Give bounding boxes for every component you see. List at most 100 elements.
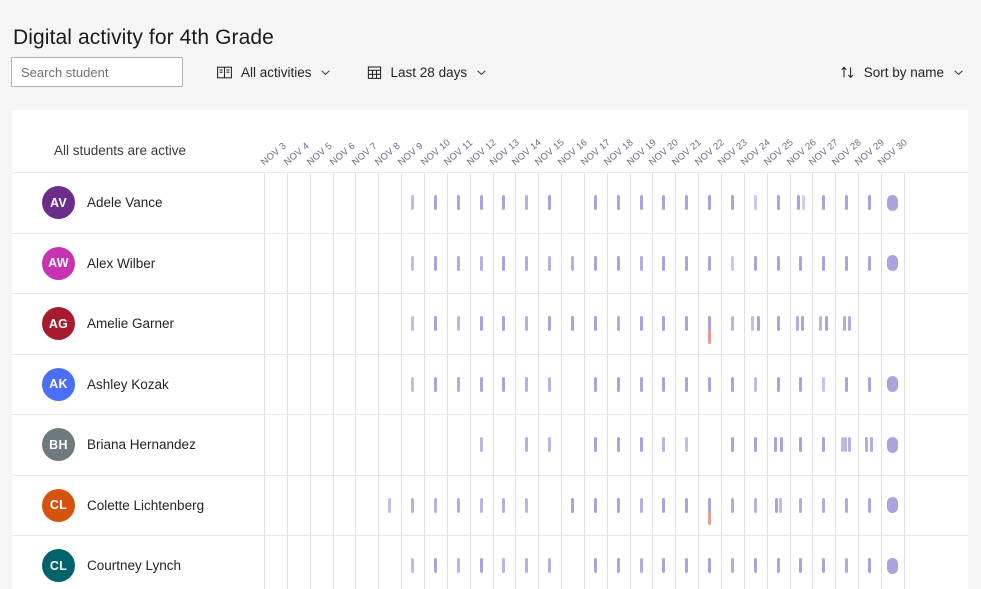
activity-blob[interactable] xyxy=(886,255,898,271)
activity-tick[interactable] xyxy=(822,195,826,210)
activity-tick[interactable] xyxy=(548,195,552,210)
activity-tick[interactable] xyxy=(799,376,803,392)
activity-tick[interactable] xyxy=(525,558,529,573)
table-row[interactable]: AV Adele Vance xyxy=(12,172,968,233)
activity-tick[interactable] xyxy=(848,316,852,331)
activity-tick[interactable] xyxy=(479,558,483,573)
activity-tick[interactable] xyxy=(685,558,689,573)
activity-tick[interactable] xyxy=(593,497,597,513)
activity-tick[interactable] xyxy=(845,376,849,392)
activity-tick[interactable] xyxy=(773,437,777,452)
activity-tick[interactable] xyxy=(819,316,823,331)
activity-tick[interactable] xyxy=(433,376,437,392)
activity-tick[interactable] xyxy=(844,437,848,452)
activity-tick[interactable] xyxy=(776,558,780,573)
activity-alert-tick[interactable] xyxy=(708,511,712,525)
activity-blob[interactable] xyxy=(886,436,898,453)
activity-tick[interactable] xyxy=(799,558,803,573)
activity-tick[interactable] xyxy=(456,255,460,271)
activity-tick[interactable] xyxy=(433,497,437,513)
activity-tick[interactable] xyxy=(616,316,620,331)
activity-tick[interactable] xyxy=(502,316,506,331)
activity-tick[interactable] xyxy=(753,558,757,573)
activity-tick[interactable] xyxy=(685,437,689,452)
activity-tick[interactable] xyxy=(616,376,620,392)
activity-tick[interactable] xyxy=(479,195,483,210)
activity-tick[interactable] xyxy=(456,558,460,573)
activity-tick[interactable] xyxy=(868,376,872,392)
activity-tick[interactable] xyxy=(525,316,529,331)
activity-tick[interactable] xyxy=(502,195,506,210)
activity-tick[interactable] xyxy=(776,316,780,331)
activity-tick[interactable] xyxy=(479,316,483,331)
activity-tick[interactable] xyxy=(593,376,597,392)
activity-tick[interactable] xyxy=(616,437,620,452)
activity-tick[interactable] xyxy=(525,255,529,271)
activity-tick[interactable] xyxy=(479,376,483,392)
activity-tick[interactable] xyxy=(868,255,872,271)
search-student-input[interactable] xyxy=(11,57,183,87)
table-row[interactable]: AW Alex Wilber xyxy=(12,232,968,294)
activity-tick[interactable] xyxy=(593,558,597,573)
activity-tick[interactable] xyxy=(870,437,874,452)
activity-tick[interactable] xyxy=(708,376,712,392)
activity-blob[interactable] xyxy=(886,194,898,211)
activity-tick[interactable] xyxy=(708,558,712,573)
activity-tick[interactable] xyxy=(753,255,757,271)
table-row[interactable]: CL Courtney Lynch xyxy=(12,535,968,589)
activity-tick[interactable] xyxy=(662,255,666,271)
activity-tick[interactable] xyxy=(822,497,826,513)
activity-tick[interactable] xyxy=(753,497,757,513)
activity-tick[interactable] xyxy=(639,195,643,210)
activity-tick[interactable] xyxy=(730,376,734,392)
activity-tick[interactable] xyxy=(730,558,734,573)
activity-tick[interactable] xyxy=(525,195,529,210)
activity-tick[interactable] xyxy=(708,195,712,210)
table-row[interactable]: BH Briana Hernandez xyxy=(12,414,968,475)
activity-tick[interactable] xyxy=(593,255,597,271)
activity-tick[interactable] xyxy=(822,255,826,271)
activity-tick[interactable] xyxy=(433,255,437,271)
activity-tick[interactable] xyxy=(593,437,597,452)
activity-tick[interactable] xyxy=(685,376,689,392)
activity-tick[interactable] xyxy=(779,437,783,452)
activity-tick[interactable] xyxy=(845,195,849,210)
activity-tick[interactable] xyxy=(639,437,643,452)
activity-tick[interactable] xyxy=(730,437,734,452)
activity-tick[interactable] xyxy=(685,316,689,331)
activity-tick[interactable] xyxy=(502,255,506,271)
activity-tick[interactable] xyxy=(639,558,643,573)
activity-tick[interactable] xyxy=(411,316,415,331)
activity-tick[interactable] xyxy=(502,558,506,573)
sort-button[interactable]: Sort by name xyxy=(833,57,970,87)
activity-tick[interactable] xyxy=(662,558,666,573)
activity-tick[interactable] xyxy=(456,376,460,392)
activity-tick[interactable] xyxy=(662,195,666,210)
activity-tick[interactable] xyxy=(753,195,757,210)
table-row[interactable]: AG Amelie Garner xyxy=(12,293,968,354)
activity-tick[interactable] xyxy=(639,316,643,331)
activity-tick[interactable] xyxy=(778,497,782,513)
table-row[interactable]: CL Colette Lichtenberg xyxy=(12,474,968,536)
activity-tick[interactable] xyxy=(799,497,803,513)
activity-tick[interactable] xyxy=(662,437,666,452)
activity-tick[interactable] xyxy=(685,255,689,271)
activity-tick[interactable] xyxy=(843,316,847,331)
activity-tick[interactable] xyxy=(525,376,529,392)
activity-tick[interactable] xyxy=(822,437,826,452)
activity-tick[interactable] xyxy=(570,497,574,513)
activity-tick[interactable] xyxy=(456,497,460,513)
activity-tick[interactable] xyxy=(822,376,826,392)
activity-tick[interactable] xyxy=(411,195,415,210)
activity-tick[interactable] xyxy=(708,316,712,331)
activity-tick[interactable] xyxy=(797,195,801,210)
activity-tick[interactable] xyxy=(525,437,529,452)
activity-tick[interactable] xyxy=(685,497,689,513)
activity-tick[interactable] xyxy=(479,497,483,513)
activity-tick[interactable] xyxy=(616,255,620,271)
activity-tick[interactable] xyxy=(570,316,574,331)
activity-tick[interactable] xyxy=(411,558,415,573)
activity-tick[interactable] xyxy=(774,497,778,513)
activity-tick[interactable] xyxy=(388,497,392,513)
activity-tick[interactable] xyxy=(868,497,872,513)
